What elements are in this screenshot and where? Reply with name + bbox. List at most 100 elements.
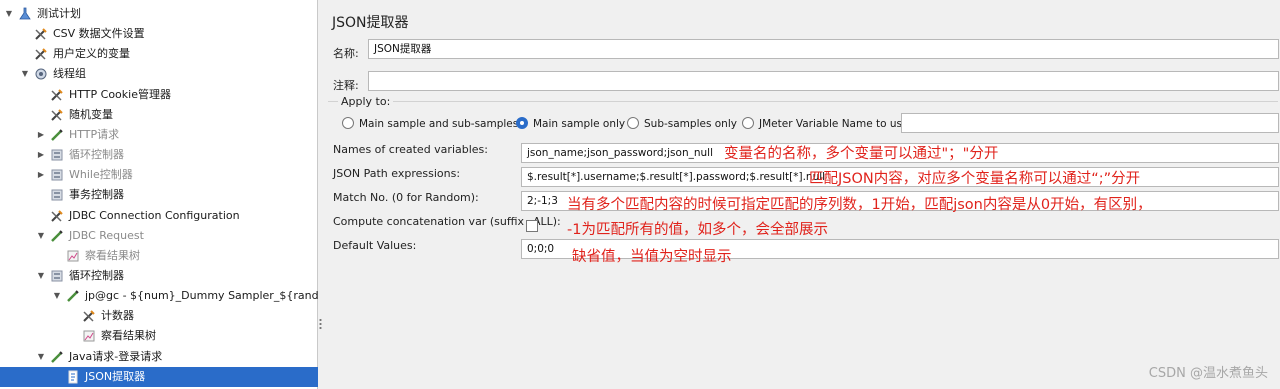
expand-right-icon[interactable]: ▶ bbox=[36, 165, 46, 185]
tree-node-label: 察看结果树 bbox=[85, 248, 140, 262]
expand-right-icon[interactable]: ▶ bbox=[36, 125, 46, 145]
tree-node[interactable]: 察看结果树 bbox=[0, 246, 318, 266]
expand-down-icon[interactable]: ▼ bbox=[36, 347, 46, 367]
test-plan-icon bbox=[18, 7, 32, 21]
tree-node-label: 察看结果树 bbox=[101, 329, 156, 343]
tree-node[interactable]: ▶ While控制器 bbox=[0, 165, 318, 185]
concat-checkbox[interactable] bbox=[526, 220, 538, 232]
json-extractor-panel: JSON提取器 名称: JSON提取器 注释: Apply to: Main s… bbox=[324, 0, 1280, 389]
radio-jmeter-var[interactable]: JMeter Variable Name to use bbox=[742, 117, 908, 131]
vars-label: Names of created variables: bbox=[333, 143, 488, 156]
tree-node[interactable]: ▶ HTTP请求 bbox=[0, 125, 318, 145]
config-icon bbox=[50, 209, 64, 223]
tree-node[interactable]: ▼ jp@gc - ${num}_Dummy Sampler_${random} bbox=[0, 286, 343, 306]
config-icon bbox=[50, 108, 64, 122]
name-input[interactable]: JSON提取器 bbox=[368, 39, 1279, 59]
config-icon bbox=[34, 47, 48, 61]
tree-node-label: JSON提取器 bbox=[83, 366, 148, 387]
tree-node[interactable]: ▶ 循环控制器 bbox=[0, 145, 318, 165]
tree-node[interactable]: HTTP Cookie管理器 bbox=[0, 85, 318, 105]
post-processor-icon bbox=[66, 370, 80, 384]
tree-node-label: While控制器 bbox=[69, 168, 133, 182]
default-label: Default Values: bbox=[333, 239, 417, 252]
sampler-icon bbox=[50, 128, 64, 142]
tree-node-label: 循环控制器 bbox=[69, 268, 124, 282]
tree-node[interactable]: ▼ JDBC Request bbox=[0, 226, 318, 246]
tree-node[interactable]: 计数器 bbox=[0, 306, 318, 326]
sampler-icon bbox=[66, 289, 80, 303]
expand-down-icon[interactable]: ▼ bbox=[4, 4, 14, 24]
expand-down-icon[interactable]: ▼ bbox=[52, 286, 62, 306]
controller-icon bbox=[50, 148, 64, 162]
tree-node[interactable]: 事务控制器 bbox=[0, 185, 318, 205]
annotation-vars: 变量名的名称，多个变量可以通过"；"分开 bbox=[724, 146, 999, 162]
tree-node-label: jp@gc - ${num}_Dummy Sampler_${random} bbox=[85, 289, 343, 303]
expand-down-icon[interactable]: ▼ bbox=[36, 226, 46, 246]
tree-node[interactable]: 随机变量 bbox=[0, 105, 318, 125]
config-icon bbox=[50, 88, 64, 102]
tree-node-label: 计数器 bbox=[101, 309, 134, 323]
drag-handle-icon[interactable] bbox=[319, 318, 322, 330]
tree-node-label: 用户定义的变量 bbox=[53, 47, 130, 61]
apply-to-label: Apply to: bbox=[338, 95, 394, 108]
tree-node-label: CSV 数据文件设置 bbox=[53, 27, 145, 41]
tree-node-label: JDBC Connection Configuration bbox=[69, 208, 240, 222]
controller-icon bbox=[50, 188, 64, 202]
tree-node[interactable]: ▼ 循环控制器 bbox=[0, 266, 318, 286]
comment-label: 注释: bbox=[333, 79, 359, 92]
tree-node-label: HTTP Cookie管理器 bbox=[69, 87, 171, 101]
radio-label: JMeter Variable Name to use bbox=[759, 118, 909, 130]
tree-node-label: HTTP请求 bbox=[69, 127, 120, 141]
radio-label: Main sample and sub-samples bbox=[359, 118, 519, 130]
tree-node-label: 循环控制器 bbox=[69, 148, 124, 162]
match-label: Match No. (0 for Random): bbox=[333, 191, 479, 204]
radio-circle-icon bbox=[342, 117, 354, 129]
test-plan-tree: ▼ 测试计划 CSV 数据文件设置 用户定义的变量 ▼ 线程组 HTTP Cookie管理器… bbox=[0, 0, 343, 389]
annotation-paths: 匹配JSON内容，对应多个变量名称可以通过“;”分开 bbox=[809, 171, 1141, 187]
radio-circle-icon bbox=[742, 117, 754, 129]
radio-selected-icon bbox=[516, 117, 528, 129]
radio-main-and-sub[interactable]: Main sample and sub-samples bbox=[342, 117, 518, 131]
annotation-match-2: -1为匹配所有的值，如多个，会全部展示 bbox=[567, 222, 828, 238]
radio-sub-only[interactable]: Sub-samples only bbox=[627, 117, 737, 131]
paths-label: JSON Path expressions: bbox=[333, 167, 461, 180]
tree-node[interactable]: ▼ 线程组 bbox=[0, 64, 318, 84]
listener-icon bbox=[66, 249, 80, 263]
expand-down-icon[interactable]: ▼ bbox=[20, 64, 30, 84]
annotation-default: 缺省值，当值为空时显示 bbox=[572, 249, 732, 265]
controller-icon bbox=[50, 269, 64, 283]
radio-main-only[interactable]: Main sample only bbox=[516, 117, 625, 131]
radio-circle-icon bbox=[627, 117, 639, 129]
radio-label: Main sample only bbox=[533, 118, 626, 130]
tree-node-label: 随机变量 bbox=[69, 107, 113, 121]
tree-node[interactable]: JDBC Connection Configuration bbox=[0, 206, 318, 226]
sampler-icon bbox=[50, 350, 64, 364]
tree-node[interactable]: 用户定义的变量 bbox=[0, 44, 318, 64]
comment-input[interactable] bbox=[368, 71, 1279, 91]
tree-node[interactable]: 察看结果树 bbox=[0, 326, 318, 346]
panel-title: JSON提取器 bbox=[332, 15, 409, 31]
watermark: CSDN @温水煮鱼头 bbox=[1148, 366, 1268, 381]
expand-right-icon[interactable]: ▶ bbox=[36, 145, 46, 165]
tree-node[interactable]: JSON提取器 bbox=[0, 366, 318, 387]
radio-label: Sub-samples only bbox=[644, 118, 737, 130]
listener-icon bbox=[82, 329, 96, 343]
tree-node[interactable]: ▼ 测试计划 bbox=[0, 4, 318, 24]
tree-node-label: 线程组 bbox=[53, 67, 86, 81]
controller-icon bbox=[50, 168, 64, 182]
tree-node-label: 测试计划 bbox=[37, 7, 81, 20]
sampler-icon bbox=[50, 229, 64, 243]
annotation-match-1: 当有多个匹配内容的时候可指定匹配的序列数，1开始，匹配json内容是从0开始，有… bbox=[567, 197, 1152, 213]
config-icon bbox=[82, 309, 96, 323]
name-label: 名称: bbox=[333, 47, 359, 60]
tree-node-label: JDBC Request bbox=[69, 228, 144, 242]
tree-node-label: Java请求-登录请求 bbox=[69, 349, 163, 363]
tree-node[interactable]: ▼ Java请求-登录请求 bbox=[0, 347, 318, 367]
jmeter-window: ▼ 测试计划 CSV 数据文件设置 用户定义的变量 ▼ 线程组 HTTP Cookie管理器… bbox=[0, 0, 1280, 389]
thread-group-icon bbox=[34, 67, 48, 81]
tree-node[interactable]: CSV 数据文件设置 bbox=[0, 24, 318, 44]
expand-down-icon[interactable]: ▼ bbox=[36, 266, 46, 286]
jmeter-var-input[interactable] bbox=[901, 113, 1279, 133]
tree-node-label: 事务控制器 bbox=[69, 188, 124, 202]
config-icon bbox=[34, 27, 48, 41]
